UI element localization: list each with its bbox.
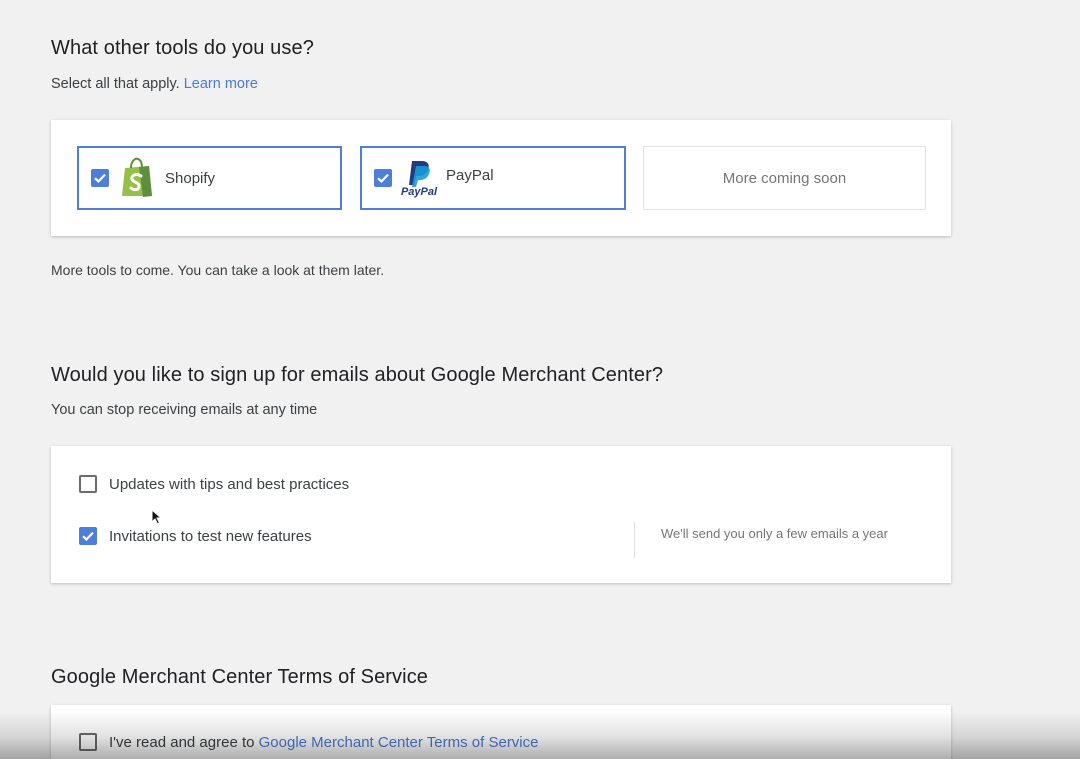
terms-checkbox[interactable] <box>79 733 97 751</box>
shopify-icon <box>119 156 155 200</box>
mouse-cursor-icon <box>151 509 163 525</box>
vertical-divider <box>634 522 635 558</box>
check-icon <box>94 173 106 183</box>
terms-agree-prefix: I've read and agree to <box>109 733 255 751</box>
tools-section-subtitle: Select all that apply. Learn more <box>51 76 258 92</box>
check-icon <box>377 173 389 183</box>
emails-section-title: Would you like to sign up for emails abo… <box>51 364 664 386</box>
terms-agree-text: I've read and agree to Google Merchant C… <box>109 734 538 751</box>
invitations-checkbox[interactable] <box>79 527 97 545</box>
invitations-label: Invitations to test new features <box>109 527 312 545</box>
emails-card: Updates with tips and best practices Inv… <box>51 446 951 583</box>
tool-option-paypal[interactable]: PayPal PayPal <box>360 146 626 210</box>
shopify-label: Shopify <box>165 169 216 187</box>
tool-option-shopify[interactable]: Shopify <box>77 146 342 210</box>
terms-of-service-link[interactable]: Google Merchant Center Terms of Service <box>259 734 539 751</box>
tools-footnote: More tools to come. You can take a look … <box>51 262 385 278</box>
paypal-label: PayPal <box>446 166 494 184</box>
terms-card: I've read and agree to Google Merchant C… <box>51 705 951 759</box>
tips-label: Updates with tips and best practices <box>109 475 350 493</box>
tools-subtitle-text: Select all that apply. <box>51 76 180 92</box>
learn-more-link[interactable]: Learn more <box>184 76 258 92</box>
tips-checkbox[interactable] <box>79 475 97 493</box>
shopify-checkbox[interactable] <box>91 169 109 187</box>
paypal-logo-text: PayPal <box>400 185 438 198</box>
terms-section-title: Google Merchant Center Terms of Service <box>51 666 429 688</box>
paypal-icon: PayPal <box>396 159 442 198</box>
paypal-checkbox[interactable] <box>374 169 392 187</box>
check-icon <box>82 531 94 541</box>
coming-soon-label: More coming soon <box>722 169 847 187</box>
terms-agree-row[interactable]: I've read and agree to Google Merchant C… <box>79 733 538 751</box>
email-option-tips[interactable]: Updates with tips and best practices <box>79 475 349 493</box>
tools-card: Shopify PayPal PayPal More coming soon <box>51 120 951 236</box>
emails-section-subtitle: You can stop receiving emails at any tim… <box>51 402 318 418</box>
email-option-invitations[interactable]: Invitations to test new features <box>79 527 312 545</box>
email-frequency-note: We'll send you only a few emails a year <box>661 526 888 541</box>
tools-section-title: What other tools do you use? <box>51 37 314 59</box>
more-coming-soon-box: More coming soon <box>643 146 926 210</box>
